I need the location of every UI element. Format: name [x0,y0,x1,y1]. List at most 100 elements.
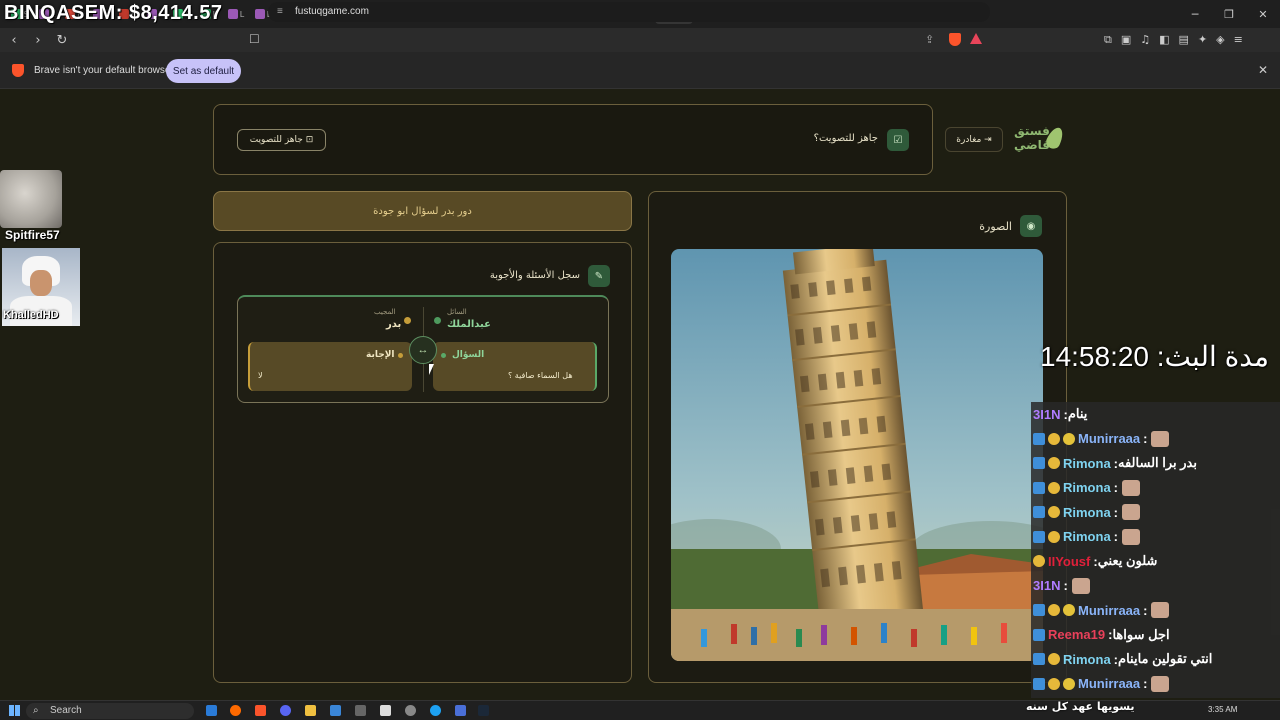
chat-username[interactable]: Reema19 [1048,627,1105,642]
chat-emote-icon [1071,577,1090,594]
toolbar-right-icons: ⧉ ▣ ♫ ◧ ▤ ✦ ◈ ≡ [1104,33,1243,47]
question-title: السؤال [452,350,485,360]
taskbar-search[interactable]: ⌕ Search [26,703,194,719]
chat-message: Rimona: [1031,525,1280,550]
coin-badge-icon [1048,457,1060,470]
chat-message: Rimona: انتي تقولين ماينام [1031,647,1280,672]
chat-username[interactable]: Rimona [1063,505,1111,520]
screenshot-icon[interactable]: ▣ [1121,33,1131,47]
taskbar-app-steam-icon[interactable] [478,705,489,716]
eye-icon[interactable]: ◉ [1020,215,1042,237]
window-controls: ─ ❐ ✕ [1178,0,1280,28]
num-badge-icon [1063,432,1075,445]
chat-username[interactable]: Munirraaa [1078,431,1140,446]
answerer-role: المجيب [374,308,396,316]
taskbar-app-icon-1[interactable] [355,705,366,716]
chat-message: Rimona: [1031,476,1280,501]
exit-icon: ⇥ [984,134,992,145]
set-default-button[interactable]: Set as default [166,59,241,83]
qa-log-icon: ✎ [588,265,610,287]
media-icon[interactable]: ♫ [1140,33,1150,47]
tab-favicon-icon [254,9,265,19]
taskbar-app-icon-3[interactable] [430,705,441,716]
qa-log-title: سجل الأسئلة والأجوبة [489,270,580,281]
chat-username[interactable]: IIYousf [1048,554,1090,569]
chat-emote-icon [1151,602,1170,619]
chat-username[interactable]: Rimona [1063,456,1111,471]
taskbar-app-icon-2[interactable] [405,705,416,716]
coin-badge-icon [1048,677,1060,690]
vote-ready-button[interactable]: جاهز للتصويت ⊡ [237,129,326,151]
menu-icon[interactable]: ≡ [1234,33,1243,47]
url-field[interactable]: ≡ fustuqgame.com [268,2,990,22]
coin-badge-icon [1048,506,1060,519]
brave-shield-icon[interactable] [949,33,961,46]
chat-username[interactable]: Munirraaa [1078,676,1140,691]
taskbar-app-obs-icon[interactable] [380,705,391,716]
taskbar-app-discord-icon[interactable] [280,705,291,716]
forward-icon[interactable]: › [28,33,48,48]
windows-start-icon[interactable] [9,705,20,716]
leo-ai-icon[interactable]: ✦ [1198,33,1207,47]
chat-username[interactable]: 3I1N [1033,578,1060,593]
swap-icon[interactable]: ↔ [409,336,437,364]
chat-separator: : [1113,529,1119,545]
asker-name: عبدالملك [447,319,491,330]
chat-message: 3I1N: [1031,574,1280,599]
blue-badge-icon [1033,628,1045,641]
taskbar-app-icon-4[interactable] [455,705,466,716]
image-title: الصورة [979,220,1012,233]
mouse-cursor [429,364,434,375]
minimize-icon[interactable]: ─ [1178,0,1212,28]
blue-badge-icon [1033,653,1045,666]
coin-badge-icon [1048,530,1060,543]
chat-message: 3I1N: ينام [1031,402,1280,427]
asker-role: السائل [447,308,467,316]
taskbar-app-copilot-icon[interactable] [206,705,217,716]
turn-banner: دور بدر لسؤال ابو جودة [213,191,632,231]
coin-badge-icon [1048,481,1060,494]
share-icon[interactable]: ⇪ [925,33,934,46]
sidebar-icon[interactable]: ◧ [1159,33,1169,47]
back-icon[interactable]: ‹ [4,33,24,48]
chat-message: Munirraaa: [1031,598,1280,623]
vote-ready-title: جاهز للتصويت؟ [813,133,878,144]
infobar-close-icon[interactable]: ✕ [1258,63,1268,77]
url-text: fustuqgame.com [295,6,369,17]
taskbar-search-label: Search [50,705,82,716]
taskbar-app-folder-icon[interactable] [305,705,316,716]
vote-icon: ☑ [887,129,909,151]
asker-dot [434,317,441,324]
chat-text: شلون يعني [1097,553,1158,569]
extensions-icon[interactable]: ⧉ [1104,33,1112,47]
close-window-icon[interactable]: ✕ [1246,0,1280,28]
leave-button[interactable]: مغادرة ⇥ [945,127,1003,152]
chat-username[interactable]: Rimona [1063,652,1111,667]
vpn-icon[interactable]: ◈ [1216,33,1224,47]
maximize-icon[interactable]: ❐ [1212,0,1246,28]
blue-badge-icon [1033,506,1045,519]
blue-badge-icon [1033,530,1045,543]
taskbar-app-brave-icon[interactable] [255,705,266,716]
question-text: هل السماء صافية ؟ [508,371,573,380]
chat-username[interactable]: Rimona [1063,480,1111,495]
taskbar-clock[interactable]: 3:35 AM [1208,705,1237,714]
chat-username[interactable]: 3I1N [1033,407,1060,422]
chat-username[interactable]: Munirraaa [1078,603,1140,618]
taskbar-app-firefox-icon[interactable] [230,705,241,716]
taskbar-app-check-icon[interactable] [330,705,341,716]
site-settings-icon[interactable]: ≡ [277,2,283,22]
browser-tab[interactable]: L [223,4,249,24]
chat-username[interactable]: Rimona [1063,529,1111,544]
reload-icon[interactable]: ↻ [52,33,72,48]
answerer-dot [404,317,411,324]
brave-rewards-icon[interactable] [970,33,982,44]
answer-title: الإجابة [366,350,395,360]
webcam-1-name: Spitfire57 [5,228,60,242]
chat-separator: : [1113,480,1119,496]
wallet-icon[interactable]: ▤ [1179,33,1189,47]
answerer-name: بدر [386,319,402,330]
answer-text: لا [258,371,263,380]
bookmark-icon[interactable]: ☐ [249,32,260,46]
brave-logo-icon [12,64,24,77]
